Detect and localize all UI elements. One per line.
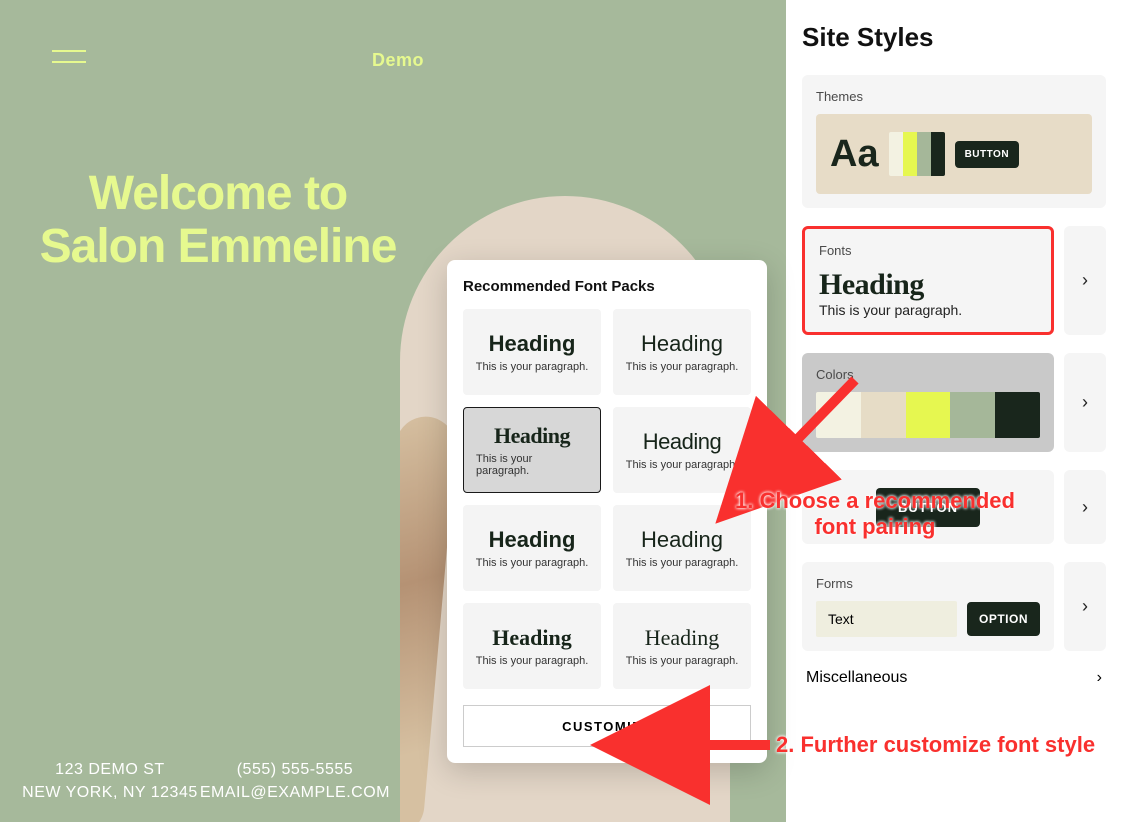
- color-swatch: [931, 132, 945, 176]
- section-label: Fonts: [819, 243, 1037, 258]
- section-fonts[interactable]: Fonts Heading This is your paragraph.: [802, 226, 1054, 335]
- font-pack-heading: Heading: [641, 331, 723, 357]
- themes-button-sample: BUTTON: [955, 141, 1019, 168]
- site-preview: Demo Welcome to Salon Emmeline 123 DEMO …: [0, 0, 786, 822]
- font-pack-option[interactable]: Heading This is your paragraph.: [463, 603, 601, 689]
- font-pack-heading: Heading: [641, 527, 723, 553]
- font-pack-grid: Heading This is your paragraph. Heading …: [463, 309, 751, 689]
- chevron-right-icon: ›: [1082, 392, 1088, 413]
- nav-link-demo[interactable]: Demo: [372, 50, 424, 71]
- section-colors-chevron[interactable]: ›: [1064, 353, 1106, 452]
- section-colors[interactable]: Colors: [802, 353, 1054, 452]
- site-styles-sidebar: Site Styles Themes Aa BUTTON Fonts Headi…: [786, 0, 1122, 822]
- color-swatch: [906, 392, 951, 438]
- section-label: Themes: [816, 89, 1092, 104]
- footer-email: EMAIL@EXAMPLE.COM: [200, 781, 390, 804]
- section-misc[interactable]: Miscellaneous ›: [802, 669, 1106, 687]
- font-pack-heading: Heading: [494, 423, 570, 449]
- annotation-step-2: 2. Further customize font style: [776, 732, 1095, 758]
- fonts-paragraph-sample: This is your paragraph.: [819, 302, 1037, 318]
- font-pack-option[interactable]: Heading This is your paragraph.: [613, 309, 751, 395]
- font-pack-option[interactable]: Heading This is your paragraph.: [613, 603, 751, 689]
- font-pack-paragraph: This is your paragraph.: [476, 453, 588, 477]
- font-pack-paragraph: This is your paragraph.: [626, 361, 739, 373]
- font-pack-paragraph: This is your paragraph.: [626, 557, 739, 569]
- font-pack-option[interactable]: Heading This is your paragraph.: [613, 505, 751, 591]
- section-forms[interactable]: Forms Text OPTION: [802, 562, 1054, 651]
- section-buttons-chevron[interactable]: ›: [1064, 470, 1106, 544]
- footer-address-1: 123 DEMO ST: [20, 758, 200, 781]
- font-pack-paragraph: This is your paragraph.: [626, 459, 739, 471]
- section-forms-chevron[interactable]: ›: [1064, 562, 1106, 651]
- color-swatch: [816, 392, 861, 438]
- font-pack-heading: Heading: [492, 625, 571, 651]
- chevron-right-icon: ›: [1082, 497, 1088, 518]
- color-swatch: [917, 132, 931, 176]
- font-pack-paragraph: This is your paragraph.: [476, 361, 589, 373]
- section-label: Colors: [816, 367, 1040, 382]
- footer-address-2: NEW YORK, NY 12345: [20, 781, 200, 804]
- font-pack-option[interactable]: Heading This is your paragraph.: [463, 309, 601, 395]
- hero-title: Welcome to Salon Emmeline: [38, 168, 398, 274]
- section-fonts-chevron[interactable]: ›: [1064, 226, 1106, 335]
- font-pack-option[interactable]: Heading This is your paragraph.: [613, 407, 751, 493]
- color-swatch: [861, 392, 906, 438]
- footer-info: 123 DEMO ST NEW YORK, NY 12345 (555) 555…: [20, 758, 390, 804]
- chevron-right-icon: ›: [1097, 669, 1102, 687]
- forms-input-sample: Text: [816, 601, 957, 637]
- font-pack-option-selected[interactable]: Heading This is your paragraph.: [463, 407, 601, 493]
- color-swatch: [950, 392, 995, 438]
- chevron-right-icon: ›: [1082, 270, 1088, 291]
- font-pack-paragraph: This is your paragraph.: [476, 557, 589, 569]
- customize-button[interactable]: CUSTOMIZE: [463, 705, 751, 747]
- themes-preview: Aa BUTTON: [816, 114, 1092, 194]
- popover-title: Recommended Font Packs: [463, 278, 751, 295]
- color-palette: [816, 392, 1040, 438]
- color-swatch: [889, 132, 903, 176]
- themes-sample-text: Aa: [830, 133, 879, 176]
- font-packs-popover: Recommended Font Packs Heading This is y…: [447, 260, 767, 763]
- section-label: Miscellaneous: [806, 669, 907, 687]
- annotation-step-1: 1. Choose a recommended font pairing: [735, 488, 1015, 541]
- footer-phone: (555) 555-5555: [200, 758, 390, 781]
- hamburger-icon[interactable]: [52, 50, 86, 72]
- font-pack-heading: Heading: [643, 429, 721, 455]
- fonts-heading-sample: Heading: [819, 268, 1037, 302]
- section-themes[interactable]: Themes Aa BUTTON: [802, 75, 1106, 208]
- font-pack-heading: Heading: [645, 625, 720, 651]
- themes-swatches: [889, 132, 945, 176]
- sidebar-title: Site Styles: [802, 22, 1106, 53]
- font-pack-option[interactable]: Heading This is your paragraph.: [463, 505, 601, 591]
- font-pack-paragraph: This is your paragraph.: [476, 655, 589, 667]
- font-pack-paragraph: This is your paragraph.: [626, 655, 739, 667]
- color-swatch: [903, 132, 917, 176]
- forms-option-sample: OPTION: [967, 602, 1040, 636]
- font-pack-heading: Heading: [489, 331, 576, 357]
- color-swatch: [995, 392, 1040, 438]
- font-pack-heading: Heading: [489, 527, 576, 553]
- section-label: Forms: [816, 576, 1040, 591]
- chevron-right-icon: ›: [1082, 596, 1088, 617]
